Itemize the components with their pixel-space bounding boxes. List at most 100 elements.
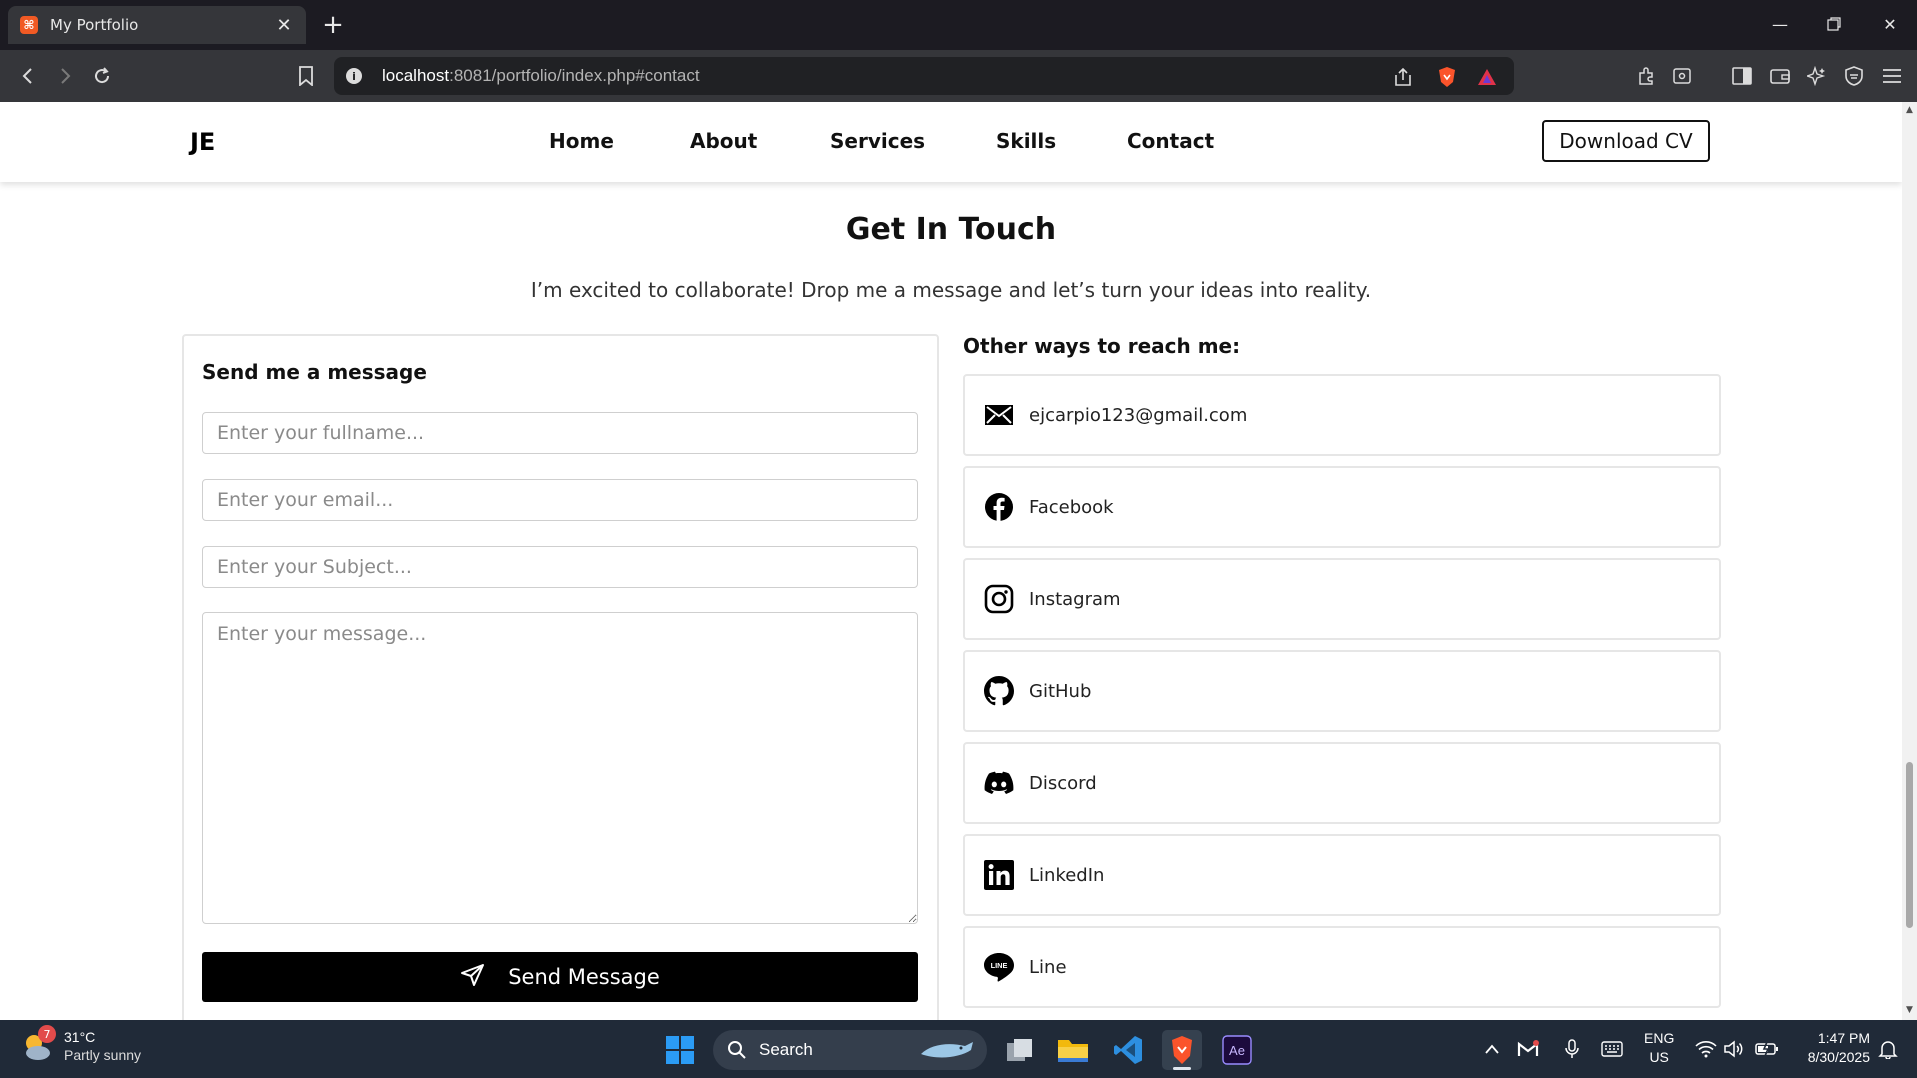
- line-icon: LINE: [983, 951, 1015, 983]
- minimize-icon[interactable]: —: [1760, 8, 1800, 40]
- site-navbar: JE Home About Services Skills Contact Do…: [0, 102, 1902, 182]
- language-code: ENG: [1644, 1030, 1675, 1046]
- nav-link-skills[interactable]: Skills: [996, 129, 1056, 153]
- wifi-icon[interactable]: [1694, 1037, 1718, 1061]
- scrollbar-thumb[interactable]: [1906, 762, 1913, 928]
- form-heading: Send me a message: [202, 360, 427, 384]
- nav-link-services[interactable]: Services: [830, 129, 925, 153]
- url-host: localhost: [382, 66, 450, 85]
- forward-icon[interactable]: [51, 62, 79, 90]
- contact-linkedin-card[interactable]: LinkedIn: [963, 834, 1721, 916]
- extensions-icon[interactable]: [1632, 62, 1660, 90]
- github-label: GitHub: [1029, 680, 1092, 702]
- line-label: Line: [1029, 956, 1067, 978]
- clock[interactable]: 1:47 PM 8/30/2025: [1798, 1029, 1870, 1067]
- vpn-shield-icon[interactable]: [1840, 62, 1868, 90]
- page-viewport: JE Home About Services Skills Contact Do…: [0, 102, 1902, 1020]
- restore-icon[interactable]: [1814, 8, 1854, 40]
- reader-mode-icon[interactable]: [1668, 62, 1696, 90]
- site-info-icon[interactable]: i: [346, 68, 362, 84]
- contact-discord-card[interactable]: Discord: [963, 742, 1721, 824]
- reload-icon[interactable]: [88, 62, 116, 90]
- taskbar-search[interactable]: Search: [713, 1030, 987, 1070]
- page-scrollbar[interactable]: ▲ ▼: [1902, 102, 1917, 1020]
- sidebar-icon[interactable]: [1728, 62, 1756, 90]
- browser-toolbar: i localhost:8081/portfolio/index.php#con…: [0, 50, 1917, 102]
- scroll-down-icon[interactable]: ▼: [1905, 1006, 1914, 1015]
- nav-link-home[interactable]: Home: [549, 129, 614, 153]
- url-path: :8081/portfolio/index.php#contact: [449, 66, 700, 85]
- vscode-icon[interactable]: [1108, 1030, 1148, 1070]
- microphone-icon[interactable]: [1560, 1037, 1584, 1061]
- search-highlight-icon: [919, 1038, 975, 1067]
- task-view-icon[interactable]: [1000, 1030, 1040, 1070]
- linkedin-icon: [983, 859, 1015, 891]
- tab-title: My Portfolio: [50, 16, 139, 34]
- search-label: Search: [759, 1040, 813, 1059]
- svg-text:Ae: Ae: [1229, 1043, 1245, 1058]
- section-subtitle: I’m excited to collaborate! Drop me a me…: [530, 278, 1372, 302]
- keyboard-icon[interactable]: [1600, 1037, 1624, 1061]
- notifications-icon[interactable]: [1876, 1037, 1900, 1061]
- download-cv-button[interactable]: Download CV: [1542, 120, 1710, 162]
- weather-widget[interactable]: 7 31°C Partly sunny: [20, 1025, 141, 1064]
- menu-icon[interactable]: [1878, 62, 1906, 90]
- fullname-input[interactable]: [202, 412, 918, 454]
- nav-link-about[interactable]: About: [690, 129, 757, 153]
- brave-browser-taskbar-icon[interactable]: [1162, 1030, 1202, 1070]
- contact-github-card[interactable]: GitHub: [963, 650, 1721, 732]
- linkedin-label: LinkedIn: [1029, 864, 1105, 886]
- back-icon[interactable]: [14, 62, 42, 90]
- facebook-icon: [983, 491, 1015, 523]
- leo-ai-icon[interactable]: [1803, 62, 1831, 90]
- instagram-icon: [983, 583, 1015, 615]
- share-icon[interactable]: [1392, 66, 1414, 88]
- xampp-favicon-icon: ⌘: [20, 16, 38, 34]
- subject-input[interactable]: [202, 546, 918, 588]
- contact-facebook-card[interactable]: Facebook: [963, 466, 1721, 548]
- url-text: localhost:8081/portfolio/index.php#conta…: [382, 66, 700, 86]
- browser-tab[interactable]: ⌘ My Portfolio ✕: [8, 6, 306, 44]
- discord-label: Discord: [1029, 772, 1097, 794]
- new-tab-button[interactable]: +: [318, 10, 348, 40]
- contact-line-card[interactable]: LINE Line: [963, 926, 1721, 1008]
- bookmark-icon[interactable]: [292, 62, 320, 90]
- address-bar[interactable]: i localhost:8081/portfolio/index.php#con…: [334, 57, 1514, 95]
- scroll-up-icon[interactable]: ▲: [1905, 106, 1914, 115]
- email-label: ejcarpio123@gmail.com: [1029, 404, 1248, 426]
- nav-link-contact[interactable]: Contact: [1127, 129, 1214, 153]
- discord-icon: [983, 767, 1015, 799]
- battery-icon[interactable]: [1755, 1037, 1779, 1061]
- start-button[interactable]: [660, 1030, 700, 1070]
- contact-form-card: Send me a message Send Message: [182, 334, 939, 1020]
- weather-condition: Partly sunny: [64, 1047, 142, 1063]
- partly-sunny-icon: 7: [20, 1025, 56, 1063]
- contact-email-card[interactable]: ejcarpio123@gmail.com: [963, 374, 1721, 456]
- email-input[interactable]: [202, 479, 918, 521]
- other-ways-heading: Other ways to reach me:: [963, 334, 1241, 358]
- weather-text: 31°C Partly sunny: [64, 1028, 141, 1064]
- weather-temp: 31°C: [64, 1029, 96, 1045]
- tab-close-icon[interactable]: ✕: [274, 15, 294, 36]
- send-message-button[interactable]: Send Message: [202, 952, 918, 1002]
- volume-icon[interactable]: [1722, 1037, 1746, 1061]
- brave-shields-icon[interactable]: [1436, 66, 1458, 88]
- site-logo[interactable]: JE: [190, 128, 215, 156]
- close-window-icon[interactable]: ✕: [1870, 8, 1910, 40]
- after-effects-icon[interactable]: Ae: [1217, 1030, 1257, 1070]
- input-language[interactable]: ENG US: [1644, 1029, 1674, 1067]
- gmail-tray-icon[interactable]: [1516, 1037, 1540, 1061]
- contact-instagram-card[interactable]: Instagram: [963, 558, 1721, 640]
- instagram-label: Instagram: [1029, 588, 1121, 610]
- clock-date: 8/30/2025: [1807, 1049, 1870, 1065]
- show-hidden-icons-icon[interactable]: [1480, 1037, 1504, 1061]
- browser-tabbar: ⌘ My Portfolio ✕ + — ✕: [0, 0, 1917, 50]
- wallet-icon[interactable]: [1766, 62, 1794, 90]
- brave-rewards-icon[interactable]: [1476, 66, 1498, 88]
- file-explorer-icon[interactable]: [1053, 1030, 1093, 1070]
- weather-badge: 7: [38, 1025, 56, 1043]
- active-app-indicator: [1173, 1067, 1191, 1070]
- message-textarea[interactable]: [202, 612, 918, 924]
- region-code: US: [1649, 1049, 1669, 1065]
- section-title: Get In Touch: [845, 212, 1057, 247]
